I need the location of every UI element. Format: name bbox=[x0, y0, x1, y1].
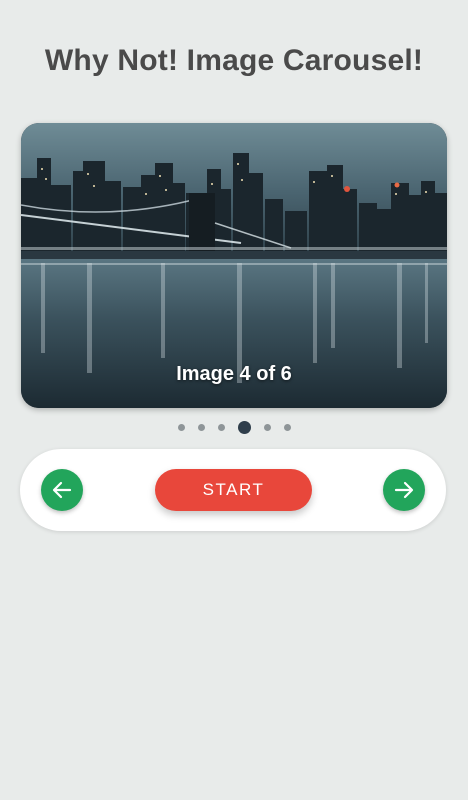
dot-1[interactable] bbox=[177, 424, 185, 431]
arrow-left-icon bbox=[52, 481, 72, 499]
arrow-right-icon bbox=[394, 481, 414, 499]
start-button[interactable]: START bbox=[155, 469, 312, 511]
pagination-dots bbox=[0, 421, 468, 434]
next-button[interactable] bbox=[383, 469, 425, 511]
control-bar: START bbox=[20, 449, 446, 531]
page-title: Why Not! Image Carousel! bbox=[44, 44, 424, 77]
dot-5[interactable] bbox=[263, 424, 271, 431]
dot-4-active[interactable] bbox=[237, 421, 251, 434]
previous-button[interactable] bbox=[41, 469, 83, 511]
slide-caption: Image 4 of 6 bbox=[176, 363, 292, 385]
dot-2[interactable] bbox=[197, 424, 205, 431]
dot-6[interactable] bbox=[283, 424, 291, 431]
carousel-slide[interactable]: Image 4 of 6 bbox=[21, 123, 447, 408]
dot-3[interactable] bbox=[217, 424, 225, 431]
